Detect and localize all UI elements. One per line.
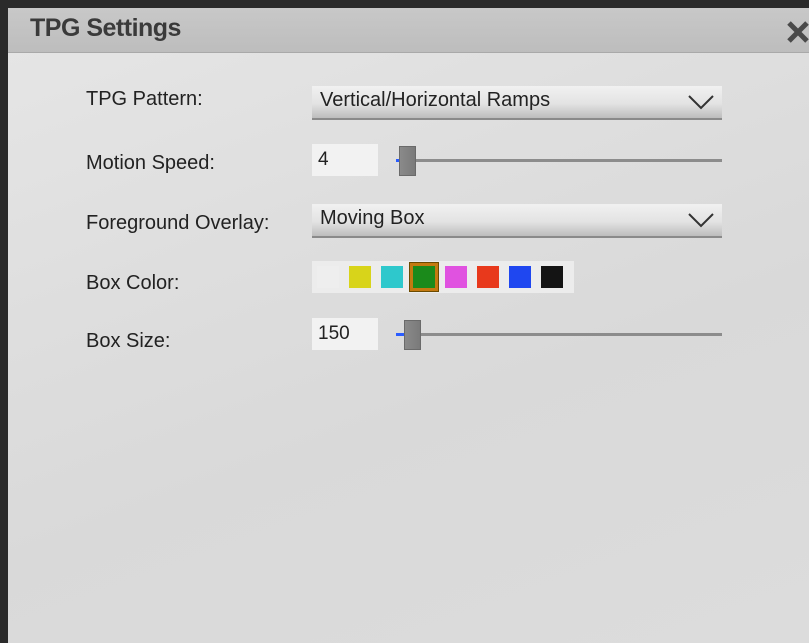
tpg-pattern-label: TPG Pattern: [86, 88, 203, 110]
box-size-slider-thumb[interactable] [404, 320, 421, 350]
box-color-swatch-white[interactable] [317, 266, 339, 288]
foreground-overlay-label: Foreground Overlay: [86, 212, 270, 234]
motion-speed-slider-thumb[interactable] [399, 146, 416, 176]
tpg-settings-window: TPG Settings TPG Pattern: Vertical/Horiz… [8, 8, 809, 643]
box-color-swatch-green[interactable] [409, 262, 439, 292]
window-title: TPG Settings [30, 14, 181, 42]
chevron-down-icon [688, 95, 714, 110]
box-color-swatch-magenta[interactable] [445, 266, 467, 288]
box-color-swatch-cyan[interactable] [381, 266, 403, 288]
box-color-swatch-yellow[interactable] [349, 266, 371, 288]
close-icon[interactable] [786, 20, 809, 44]
box-size-input[interactable]: 150 [312, 318, 378, 350]
box-size-slider-fill [396, 333, 404, 336]
box-color-swatch-black[interactable] [541, 266, 563, 288]
title-bar: TPG Settings [8, 8, 809, 53]
tpg-pattern-dropdown[interactable]: Vertical/Horizontal Ramps [312, 86, 722, 120]
foreground-overlay-dropdown[interactable]: Moving Box [312, 204, 722, 238]
motion-speed-label: Motion Speed: [86, 152, 215, 174]
foreground-overlay-value: Moving Box [320, 207, 425, 229]
box-size-label: Box Size: [86, 330, 171, 352]
motion-speed-slider-track[interactable] [396, 159, 722, 162]
box-color-swatch-blue[interactable] [509, 266, 531, 288]
motion-speed-input[interactable]: 4 [312, 144, 378, 176]
tpg-pattern-value: Vertical/Horizontal Ramps [320, 89, 551, 111]
chevron-down-icon [688, 213, 714, 228]
box-color-swatch-red[interactable] [477, 266, 499, 288]
box-color-label: Box Color: [86, 272, 180, 294]
box-size-slider-track[interactable] [396, 333, 722, 336]
